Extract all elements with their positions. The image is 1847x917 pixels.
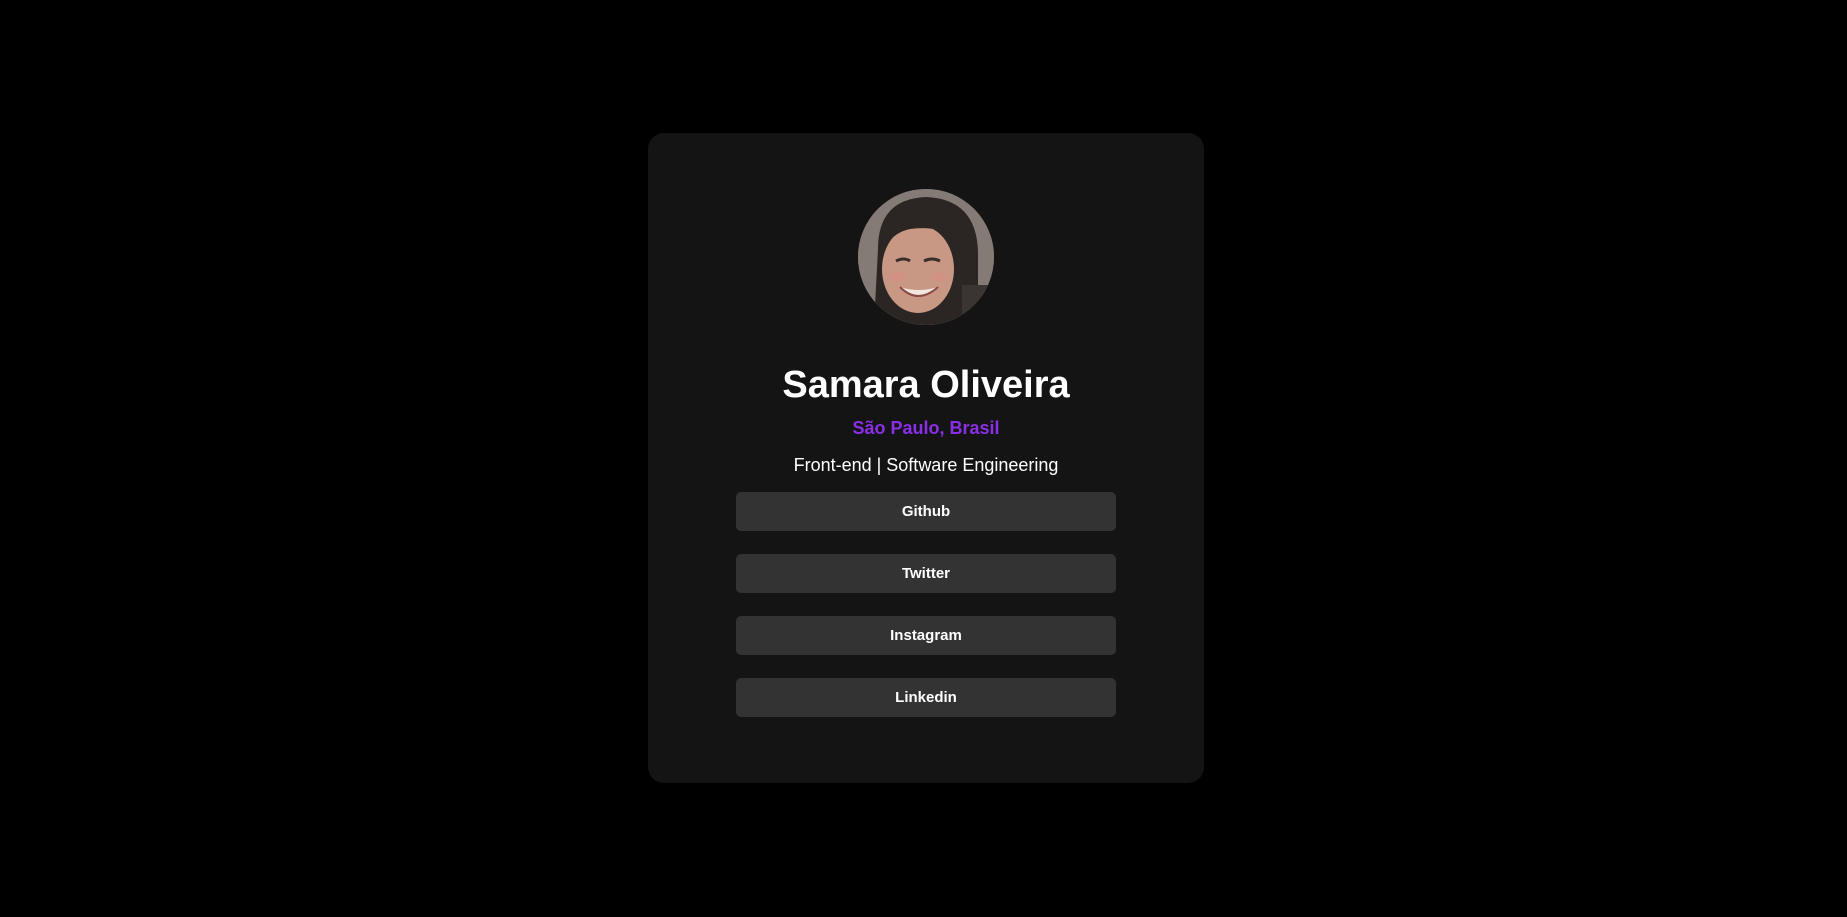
links-list: Github Twitter Instagram Linkedin <box>736 492 1116 717</box>
twitter-link-button[interactable]: Twitter <box>736 554 1116 593</box>
avatar-photo <box>858 189 994 325</box>
instagram-link-button[interactable]: Instagram <box>736 616 1116 655</box>
avatar <box>858 189 994 325</box>
github-link-button[interactable]: Github <box>736 492 1116 531</box>
profile-location: São Paulo, Brasil <box>852 418 1000 438</box>
profile-card: Samara Oliveira São Paulo, Brasil Front-… <box>648 133 1204 783</box>
profile-bio: Front-end | Software Engineering <box>793 455 1059 475</box>
linkedin-link-button[interactable]: Linkedin <box>736 678 1116 717</box>
profile-name: Samara Oliveira <box>782 364 1070 406</box>
